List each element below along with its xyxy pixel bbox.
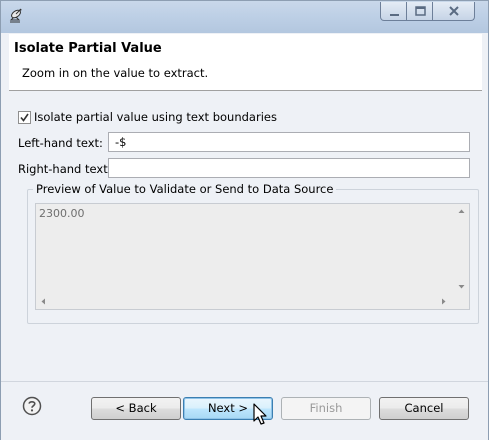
wizard-content: Isolate partial value using text boundar… bbox=[9, 91, 482, 381]
scrollbar-corner bbox=[454, 294, 469, 309]
scroll-down-icon[interactable] bbox=[458, 285, 465, 289]
right-hand-text-input[interactable] bbox=[108, 158, 470, 178]
left-hand-text-label: Left-hand text: bbox=[18, 136, 103, 150]
title-bar[interactable] bbox=[1, 1, 488, 33]
minimize-button[interactable] bbox=[380, 2, 407, 21]
page-title: Isolate Partial Value bbox=[14, 41, 162, 56]
maximize-icon bbox=[415, 6, 426, 16]
minimize-icon bbox=[390, 14, 399, 16]
wizard-header: Isolate Partial Value Zoom in on the val… bbox=[9, 34, 482, 91]
scroll-left-icon[interactable] bbox=[41, 298, 46, 305]
maximize-button[interactable] bbox=[406, 2, 433, 21]
left-hand-text-input[interactable]: -$ bbox=[108, 132, 470, 152]
page-description: Zoom in on the value to extract. bbox=[22, 66, 209, 80]
isolate-checkbox[interactable] bbox=[18, 111, 31, 124]
preview-area[interactable]: 2300.00 bbox=[35, 203, 470, 310]
horizontal-scrollbar[interactable] bbox=[36, 294, 456, 309]
mouse-pointer-icon bbox=[253, 403, 271, 427]
close-icon bbox=[449, 6, 459, 16]
scroll-right-icon[interactable] bbox=[442, 298, 446, 305]
finish-button[interactable]: Finish bbox=[281, 397, 371, 420]
back-button[interactable]: < Back bbox=[91, 397, 181, 420]
preview-group: Preview of Value to Validate or Send to … bbox=[27, 182, 479, 324]
preview-value: 2300.00 bbox=[39, 207, 85, 220]
wizard-footer: < Back Next > Finish Cancel bbox=[1, 381, 488, 440]
scroll-up-icon[interactable] bbox=[458, 209, 465, 214]
satellite-dish-icon bbox=[8, 8, 24, 24]
help-icon[interactable] bbox=[22, 396, 42, 416]
isolate-checkbox-label[interactable]: Isolate partial value using text boundar… bbox=[34, 110, 277, 124]
close-button[interactable] bbox=[432, 2, 475, 21]
right-hand-text-label: Right-hand text: bbox=[18, 162, 112, 176]
cancel-button[interactable]: Cancel bbox=[379, 397, 469, 420]
checkmark-icon bbox=[20, 113, 29, 122]
wizard-window: Isolate Partial Value Zoom in on the val… bbox=[0, 0, 489, 440]
preview-group-label: Preview of Value to Validate or Send to … bbox=[33, 182, 337, 196]
vertical-scrollbar[interactable] bbox=[454, 204, 469, 294]
